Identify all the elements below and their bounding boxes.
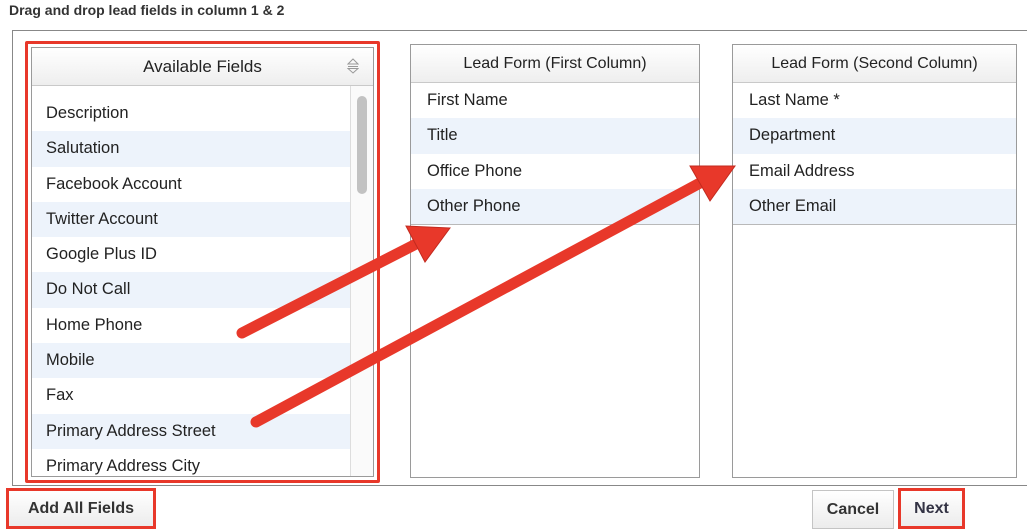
first-column-field[interactable]: First Name xyxy=(411,83,699,118)
first-column-field[interactable]: Other Phone xyxy=(411,188,699,225)
second-column-panel: Lead Form (Second Column) Last Name * De… xyxy=(732,44,1017,478)
available-field-item[interactable]: Description xyxy=(32,96,351,131)
instruction-text: Drag and drop lead fields in column 1 & … xyxy=(9,2,285,18)
available-field-item[interactable]: Salutation xyxy=(32,131,351,167)
first-column-list: First Name Title Office Phone Other Phon… xyxy=(411,83,699,226)
first-column-field[interactable]: Title xyxy=(411,118,699,154)
available-field-item[interactable]: Do Not Call xyxy=(32,272,351,308)
second-column-field[interactable]: Department xyxy=(733,118,1016,154)
add-all-fields-button[interactable]: Add All Fields xyxy=(6,488,156,529)
available-fields-list: Description Salutation Facebook Account … xyxy=(32,96,351,476)
scrollbar-thumb[interactable] xyxy=(357,96,367,194)
first-column-field[interactable]: Office Phone xyxy=(411,154,699,189)
available-field-item[interactable]: Fax xyxy=(32,378,351,413)
second-column-field[interactable]: Email Address xyxy=(733,154,1016,189)
available-fields-header[interactable]: Available Fields xyxy=(32,48,373,86)
second-column-header: Lead Form (Second Column) xyxy=(733,45,1016,83)
available-field-item[interactable]: Mobile xyxy=(32,343,351,379)
second-column-field[interactable]: Last Name * xyxy=(733,83,1016,118)
available-field-item[interactable]: Primary Address Street xyxy=(32,413,351,449)
available-field-item[interactable]: Home Phone xyxy=(32,308,351,343)
next-button[interactable]: Next xyxy=(898,488,965,529)
available-field-item[interactable]: Primary Address City xyxy=(32,449,351,476)
sort-icon[interactable] xyxy=(347,57,359,75)
cancel-button[interactable]: Cancel xyxy=(812,490,894,529)
first-column-panel: Lead Form (First Column) First Name Titl… xyxy=(410,44,700,478)
available-fields-title: Available Fields xyxy=(143,56,262,76)
scrollbar[interactable] xyxy=(350,86,373,476)
available-fields-panel: Available Fields Description Salutation … xyxy=(25,41,380,483)
second-column-field[interactable]: Other Email xyxy=(733,188,1016,225)
available-field-item[interactable]: Google Plus ID xyxy=(32,237,351,272)
available-field-item[interactable]: Twitter Account xyxy=(32,201,351,238)
first-column-header: Lead Form (First Column) xyxy=(411,45,699,83)
second-column-list: Last Name * Department Email Address Oth… xyxy=(733,83,1016,226)
available-field-item[interactable]: Facebook Account xyxy=(32,167,351,202)
